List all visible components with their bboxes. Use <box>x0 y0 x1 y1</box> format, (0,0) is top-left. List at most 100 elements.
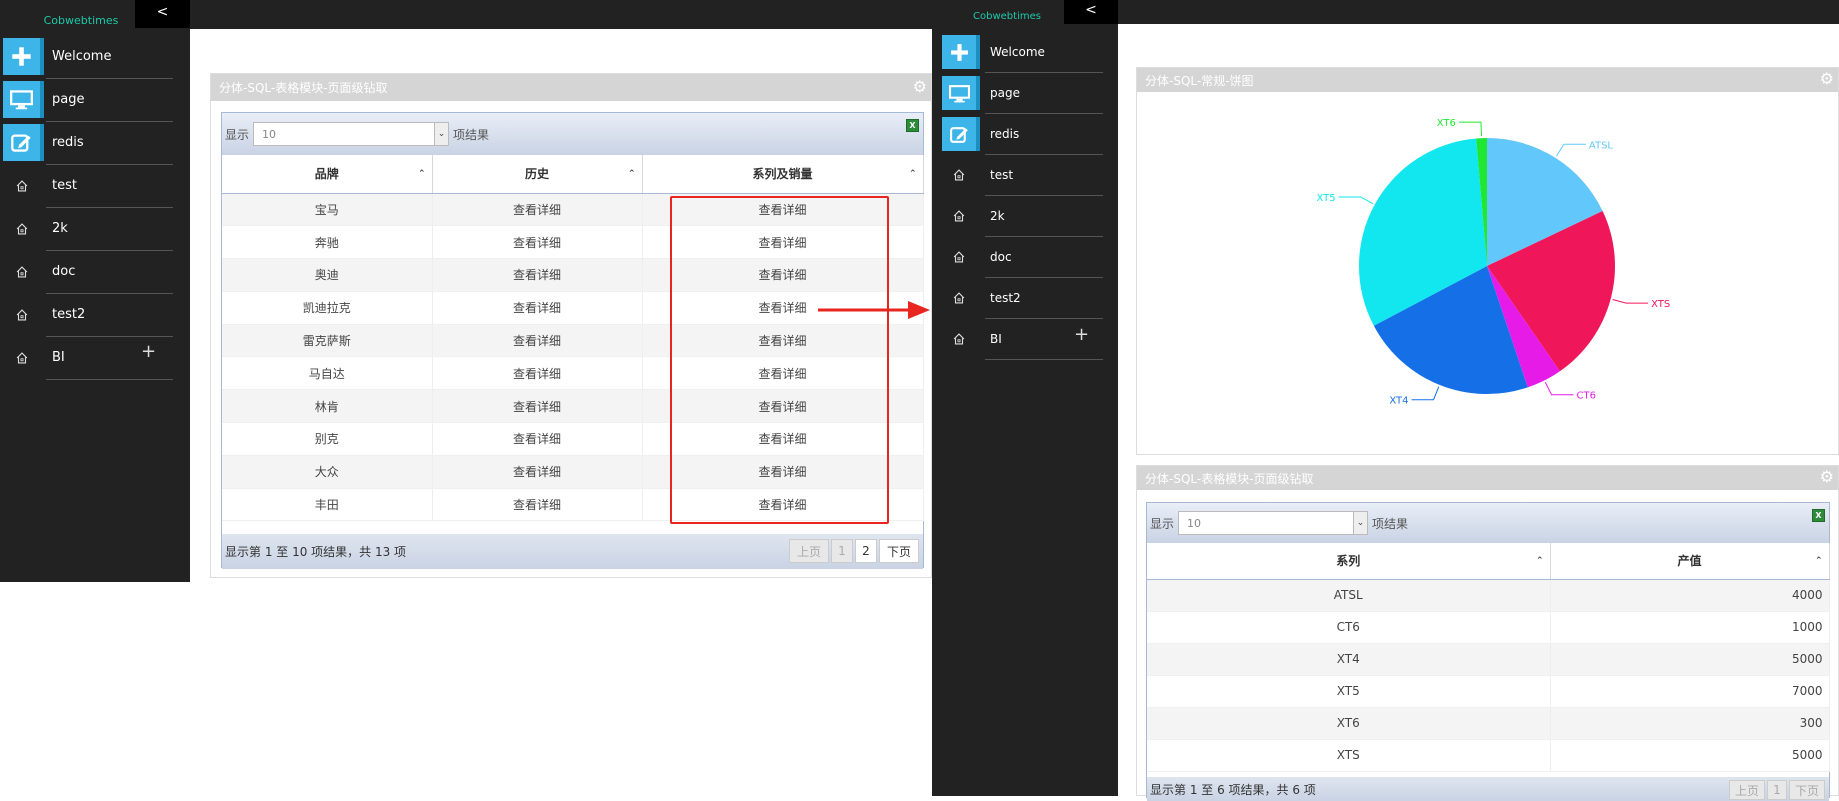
pie-label-line <box>1544 381 1574 396</box>
table-cell: 宝马 <box>222 193 433 227</box>
sort-icon: ⌃ <box>417 168 426 179</box>
pie-chart: ATSL XTS CT6 XT4 XT5 XT6 <box>1316 118 1670 407</box>
detail-link[interactable]: 查看详细 <box>432 356 643 391</box>
sidebar-item-welcome[interactable]: Welcome <box>942 35 1112 69</box>
detail-link[interactable]: 查看详细 <box>432 389 643 424</box>
sidebar-item-test[interactable]: test <box>942 158 1112 192</box>
sidebar-divider <box>46 78 173 79</box>
table-cell: 7000 <box>1550 675 1830 708</box>
page-number-button[interactable]: 1 <box>1767 780 1787 800</box>
sidebar-item-page[interactable]: page <box>942 76 1112 110</box>
column-header[interactable]: 系列 ⌃ <box>1147 543 1551 580</box>
table-footer: 显示第 1 至 6 项结果，共 6 项 <box>1147 777 1829 801</box>
home-icon <box>3 253 40 290</box>
next-page-button[interactable]: 下页 <box>879 539 919 563</box>
monitor-icon <box>3 81 44 118</box>
edit-icon <box>942 117 980 151</box>
chevron-down-icon: ⌄ <box>1353 512 1368 534</box>
sidebar-divider <box>985 277 1103 278</box>
chevron-down-icon: ⌄ <box>434 123 449 145</box>
sidebar-divider <box>46 293 173 294</box>
sidebar-item-label: Welcome <box>990 45 1045 59</box>
sidebar-divider <box>985 195 1103 196</box>
table-row: XT4 5000 <box>1147 643 1830 676</box>
detail-link[interactable]: 查看详细 <box>432 225 643 260</box>
home-icon <box>942 199 976 233</box>
sort-icon: ⌃ <box>1814 555 1823 566</box>
sidebar-divider <box>985 113 1103 114</box>
panel-title: 分体-SQL-表格模块-页面级钻取 <box>211 74 931 101</box>
right-topbar <box>1118 0 1839 24</box>
left-topbar <box>190 0 932 29</box>
page-size-select[interactable]: 10 ⌄ <box>1178 511 1369 535</box>
sidebar-item-label: Welcome <box>52 49 112 64</box>
next-page-button[interactable]: 下页 <box>1789 780 1825 800</box>
sidebar-divider <box>46 379 173 380</box>
right-sidebar-toggle[interactable]: < <box>1064 0 1118 24</box>
pagination: 上页 1 下页 <box>1729 780 1825 800</box>
column-header[interactable]: 产值 ⌃ <box>1550 543 1830 580</box>
home-icon <box>942 281 976 315</box>
detail-link[interactable]: 查看详细 <box>432 455 643 489</box>
gear-icon[interactable]: ⚙ <box>1820 69 1834 88</box>
sidebar-divider <box>985 154 1103 155</box>
sidebar-item-test2[interactable]: test2 <box>942 281 1112 315</box>
detail-link[interactable]: 查看详细 <box>432 291 643 325</box>
expand-plus-icon[interactable]: + <box>1074 324 1089 345</box>
right-table-panel: 分体-SQL-表格模块-页面级钻取 ⚙ 显示 10 ⌄ 项结果 X 系列 ⌃ 产值 ⌃… <box>1136 465 1839 801</box>
detail-link[interactable]: 查看详细 <box>432 422 643 456</box>
sort-icon: ⌃ <box>627 168 636 179</box>
excel-export-icon[interactable]: X <box>906 119 919 132</box>
excel-export-icon[interactable]: X <box>1812 509 1825 522</box>
sidebar-item-2k[interactable]: 2k <box>942 199 1112 233</box>
table-cell: 大众 <box>222 455 433 489</box>
gear-icon[interactable]: ⚙ <box>913 77 927 96</box>
edit-icon <box>3 124 44 161</box>
prev-page-button[interactable]: 上页 <box>1729 780 1765 800</box>
sidebar-item-2k[interactable]: 2k <box>3 210 183 247</box>
pie-panel: 分体-SQL-常规-饼图 ⚙ ATSL XTS CT6 XT4 XT5 XT6 <box>1136 67 1839 455</box>
expand-plus-icon[interactable]: + <box>141 341 156 362</box>
footer-info: 显示第 1 至 10 项结果，共 13 项 <box>225 545 407 559</box>
sidebar-divider <box>985 318 1103 319</box>
table-cell: XT4 <box>1147 643 1551 676</box>
prev-page-button[interactable]: 上页 <box>789 539 829 563</box>
page-number-button[interactable]: 2 <box>855 539 877 563</box>
show-label: 显示 <box>1150 516 1175 531</box>
sidebar-item-doc[interactable]: doc <box>942 240 1112 274</box>
series-table: 系列 ⌃ 产值 ⌃ ATSL 4000 CT6 1000 XT4 5000 XT5 7000 XT6 3… <box>1147 543 1830 772</box>
gear-icon[interactable]: ⚙ <box>1820 467 1834 486</box>
show-label: 显示 <box>225 127 250 142</box>
sidebar-item-redis[interactable]: redis <box>3 124 183 161</box>
column-header[interactable]: 历史 ⌃ <box>432 155 643 194</box>
detail-link[interactable]: 查看详细 <box>432 258 643 292</box>
sidebar-item-label: 2k <box>990 209 1005 223</box>
detail-link[interactable]: 查看详细 <box>432 193 643 227</box>
sidebar-item-redis[interactable]: redis <box>942 117 1112 151</box>
page-number-button[interactable]: 1 <box>831 539 853 563</box>
column-header[interactable]: 品牌 ⌃ <box>222 155 433 194</box>
sidebar-divider <box>46 207 173 208</box>
home-icon <box>942 322 976 356</box>
page-size-select[interactable]: 10 ⌄ <box>253 122 450 146</box>
table-cell: 马自达 <box>222 356 433 391</box>
highlight-box <box>670 196 889 524</box>
pie-label: CT6 <box>1577 391 1596 402</box>
sidebar-divider <box>985 359 1103 360</box>
table-cell: ATSL <box>1147 579 1551 612</box>
left-sidebar-toggle[interactable]: < <box>135 0 190 28</box>
pie-label: XT4 <box>1389 396 1408 407</box>
detail-link[interactable]: 查看详细 <box>432 324 643 358</box>
table-cell: 300 <box>1550 707 1830 740</box>
footer-info: 显示第 1 至 6 项结果，共 6 项 <box>1150 782 1316 797</box>
sidebar-item-welcome[interactable]: Welcome <box>3 38 183 75</box>
result-label: 项结果 <box>453 127 490 142</box>
sidebar-item-page[interactable]: page <box>3 81 183 118</box>
column-header[interactable]: 系列及销量 ⌃ <box>642 155 924 194</box>
sidebar-item-test[interactable]: test <box>3 167 183 204</box>
sidebar-item-label: redis <box>52 135 84 150</box>
sidebar-item-doc[interactable]: doc <box>3 253 183 290</box>
sidebar-item-test2[interactable]: test2 <box>3 296 183 333</box>
detail-link[interactable]: 查看详细 <box>432 488 643 522</box>
sidebar-divider <box>46 336 173 337</box>
